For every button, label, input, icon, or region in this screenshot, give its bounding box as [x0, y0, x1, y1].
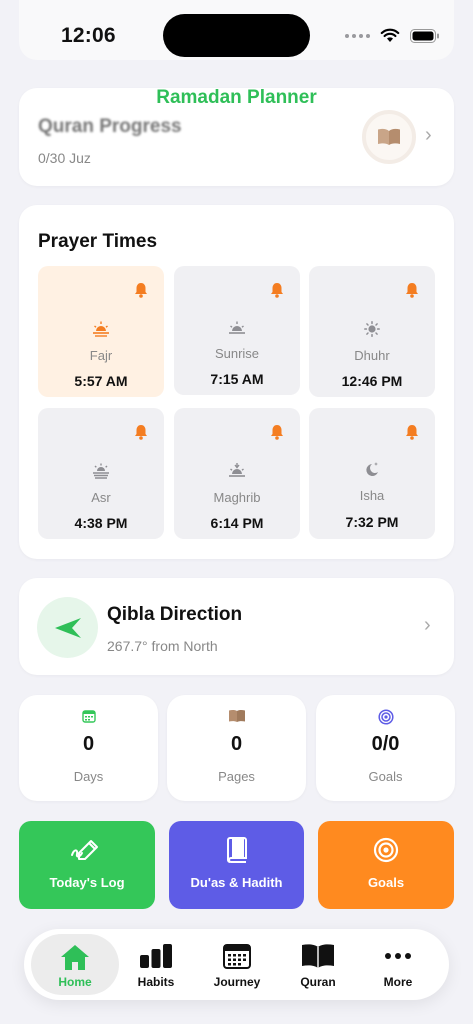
ellipsis-icon	[385, 953, 411, 959]
prayer-name: Maghrib	[213, 490, 261, 505]
bell-icon[interactable]	[134, 282, 148, 298]
duas-hadith-button[interactable]: Du'as & Hadith	[169, 821, 304, 909]
tab-label: Home	[58, 975, 92, 989]
quran-progress-subtitle: 0/30 Juz	[38, 150, 91, 166]
open-book-icon	[302, 944, 334, 968]
goals-button[interactable]: Goals	[318, 821, 454, 909]
calendar-icon	[81, 710, 96, 723]
bell-icon[interactable]	[405, 424, 419, 440]
status-bar: 12:06	[0, 0, 473, 72]
prayer-tile-sunrise[interactable]: Sunrise 7:15 AM	[174, 266, 300, 395]
book-icon	[228, 710, 245, 722]
action-label: Du'as & Hadith	[190, 875, 283, 890]
stat-label: Days	[73, 769, 104, 784]
book-closed-icon	[226, 837, 247, 863]
pencil-icon	[71, 840, 98, 860]
calendar-grid-icon	[223, 944, 251, 969]
prayer-times-heading: Prayer Times	[38, 231, 158, 252]
tab-more[interactable]: More	[354, 934, 442, 995]
stat-label: Goals	[368, 769, 403, 784]
open-book-icon	[378, 128, 400, 145]
target-icon	[377, 709, 394, 725]
todays-log-button[interactable]: Today's Log	[19, 821, 155, 909]
prayer-name: Asr	[91, 490, 111, 505]
stat-label: Pages	[218, 769, 255, 784]
action-label: Today's Log	[49, 875, 125, 890]
house-icon	[61, 945, 89, 970]
sun-haze-icon	[93, 463, 109, 479]
sunset-icon	[229, 463, 245, 477]
prayer-time: 7:32 PM	[345, 514, 399, 530]
prayer-name: Isha	[359, 488, 385, 503]
stat-days: 0 Days	[19, 695, 158, 801]
qibla-compass	[37, 597, 98, 658]
prayer-time: 12:46 PM	[341, 373, 403, 389]
prayer-times-card: Prayer Times Fajr 5:57 AM Sunrise 7:15 A…	[19, 205, 454, 559]
prayer-tile-asr[interactable]: Asr 4:38 PM	[38, 408, 164, 539]
target-icon	[373, 837, 399, 863]
bell-icon[interactable]	[405, 282, 419, 298]
prayer-time: 7:15 AM	[210, 371, 264, 387]
status-time: 12:06	[61, 24, 116, 47]
cellular-signal-icon	[345, 33, 370, 38]
prayer-time: 5:57 AM	[74, 373, 128, 389]
stat-value: 0/0	[371, 733, 400, 755]
tab-home[interactable]: Home	[31, 934, 119, 995]
home-screen: 12:06 Quran Progress 0/30 Juz › Ramadan …	[0, 0, 473, 1024]
tab-habits[interactable]: Habits	[112, 934, 200, 995]
quran-progress-title: Quran Progress	[38, 116, 182, 137]
chevron-right-icon: ›	[425, 124, 432, 146]
stat-value: 0	[82, 733, 95, 755]
qibla-bearing: 267.7° from North	[107, 638, 218, 654]
chart-bars-icon	[140, 944, 172, 968]
sunrise-icon	[93, 321, 109, 337]
prayer-time: 4:38 PM	[74, 515, 128, 531]
prayer-name: Dhuhr	[354, 348, 390, 363]
quran-progress-ring	[362, 110, 416, 164]
prayer-tile-dhuhr[interactable]: Dhuhr 12:46 PM	[309, 266, 435, 397]
tab-journey[interactable]: Journey	[193, 934, 281, 995]
prayer-tile-isha[interactable]: Isha 7:32 PM	[309, 408, 435, 539]
action-label: Goals	[367, 875, 405, 890]
prayer-name: Fajr	[89, 348, 113, 363]
prayer-time: 6:14 PM	[210, 515, 264, 531]
stat-pages: 0 Pages	[167, 695, 306, 801]
tab-quran[interactable]: Quran	[274, 934, 362, 995]
prayer-tile-fajr[interactable]: Fajr 5:57 AM	[38, 266, 164, 397]
battery-icon	[410, 28, 439, 43]
status-indicators	[345, 28, 440, 43]
location-arrow-icon	[54, 617, 81, 638]
moon-stars-icon	[366, 462, 378, 476]
sunrise-icon	[229, 321, 245, 334]
bell-icon[interactable]	[270, 282, 284, 298]
tab-label: Quran	[300, 975, 336, 989]
page-title: Ramadan Planner	[156, 87, 317, 108]
prayer-tile-maghrib[interactable]: Maghrib 6:14 PM	[174, 408, 300, 539]
qibla-title: Qibla Direction	[107, 604, 243, 625]
tab-label: More	[383, 975, 413, 989]
wifi-icon	[380, 28, 400, 42]
prayer-name: Sunrise	[214, 346, 260, 361]
dynamic-island	[163, 14, 310, 57]
stat-value: 0	[230, 733, 243, 755]
tab-label: Journey	[213, 975, 261, 989]
qibla-direction-card[interactable]: Qibla Direction 267.7° from North ›	[19, 578, 454, 675]
tab-bar: Home Habits Journey Quran More	[24, 929, 449, 1000]
chevron-right-icon: ›	[424, 614, 431, 636]
tab-label: Habits	[137, 975, 175, 989]
bell-icon[interactable]	[134, 424, 148, 440]
stat-goals: 0/0 Goals	[316, 695, 455, 801]
sun-icon	[364, 321, 380, 337]
bell-icon[interactable]	[270, 424, 284, 440]
